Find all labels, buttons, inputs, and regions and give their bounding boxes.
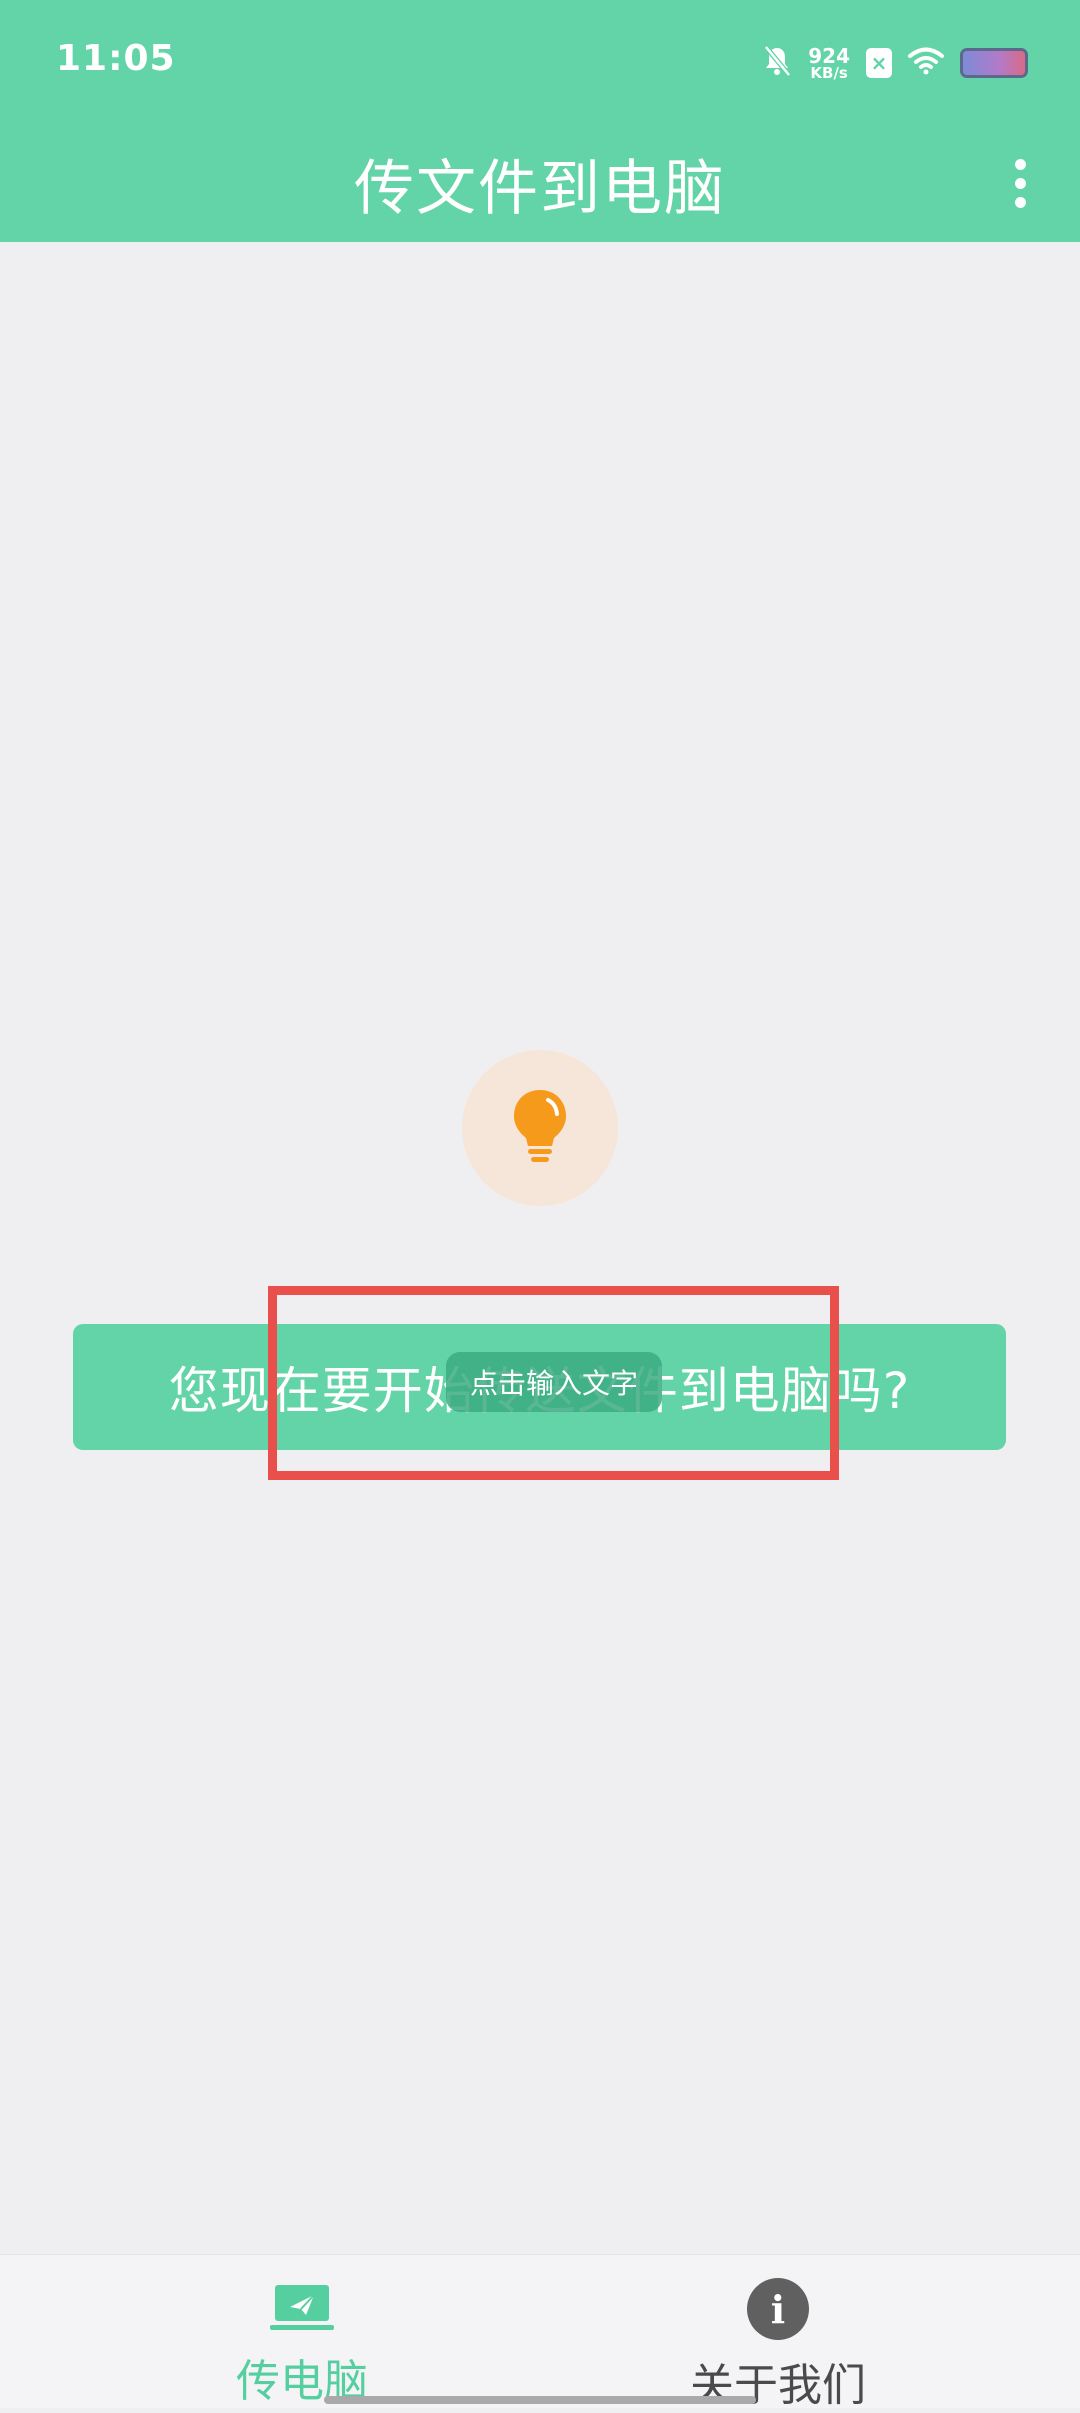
highlight-box xyxy=(268,1286,839,1480)
bottom-nav: 传电脑 i 关于我们 xyxy=(0,2254,1080,2411)
battery-icon xyxy=(960,48,1028,78)
lightbulb-icon xyxy=(508,1086,572,1170)
page-title: 传文件到电脑 xyxy=(354,154,726,224)
network-speed-unit: KB/s xyxy=(810,63,848,82)
battery-fill xyxy=(963,51,1025,75)
main-content xyxy=(0,242,1080,2254)
status-time: 11:05 xyxy=(56,38,176,79)
network-speed: 924 KB/s xyxy=(808,46,850,81)
mute-bell-icon xyxy=(762,45,792,81)
home-indicator[interactable] xyxy=(324,2396,756,2404)
more-dot-icon xyxy=(1014,197,1026,208)
status-icons: 924 KB/s × xyxy=(762,40,1028,86)
app-bar: 传文件到电脑 xyxy=(0,125,1080,242)
nav-item-send-to-computer[interactable]: 传电脑 xyxy=(152,2255,452,2409)
info-icon-wrapper: i xyxy=(747,2278,809,2340)
lightbulb-badge xyxy=(462,1050,618,1206)
wifi-icon xyxy=(908,47,944,79)
more-dot-icon xyxy=(1014,159,1026,170)
nav-item-about-us[interactable]: i 关于我们 xyxy=(628,2255,928,2411)
send-to-computer-icon xyxy=(270,2279,334,2335)
network-speed-value: 924 xyxy=(808,43,850,68)
status-bar: 11:05 924 KB/s × xyxy=(0,0,1080,125)
more-dot-icon xyxy=(1014,178,1026,189)
info-icon: i xyxy=(747,2278,809,2340)
more-options-button[interactable] xyxy=(960,125,1080,242)
no-sim-icon: × xyxy=(866,48,892,78)
